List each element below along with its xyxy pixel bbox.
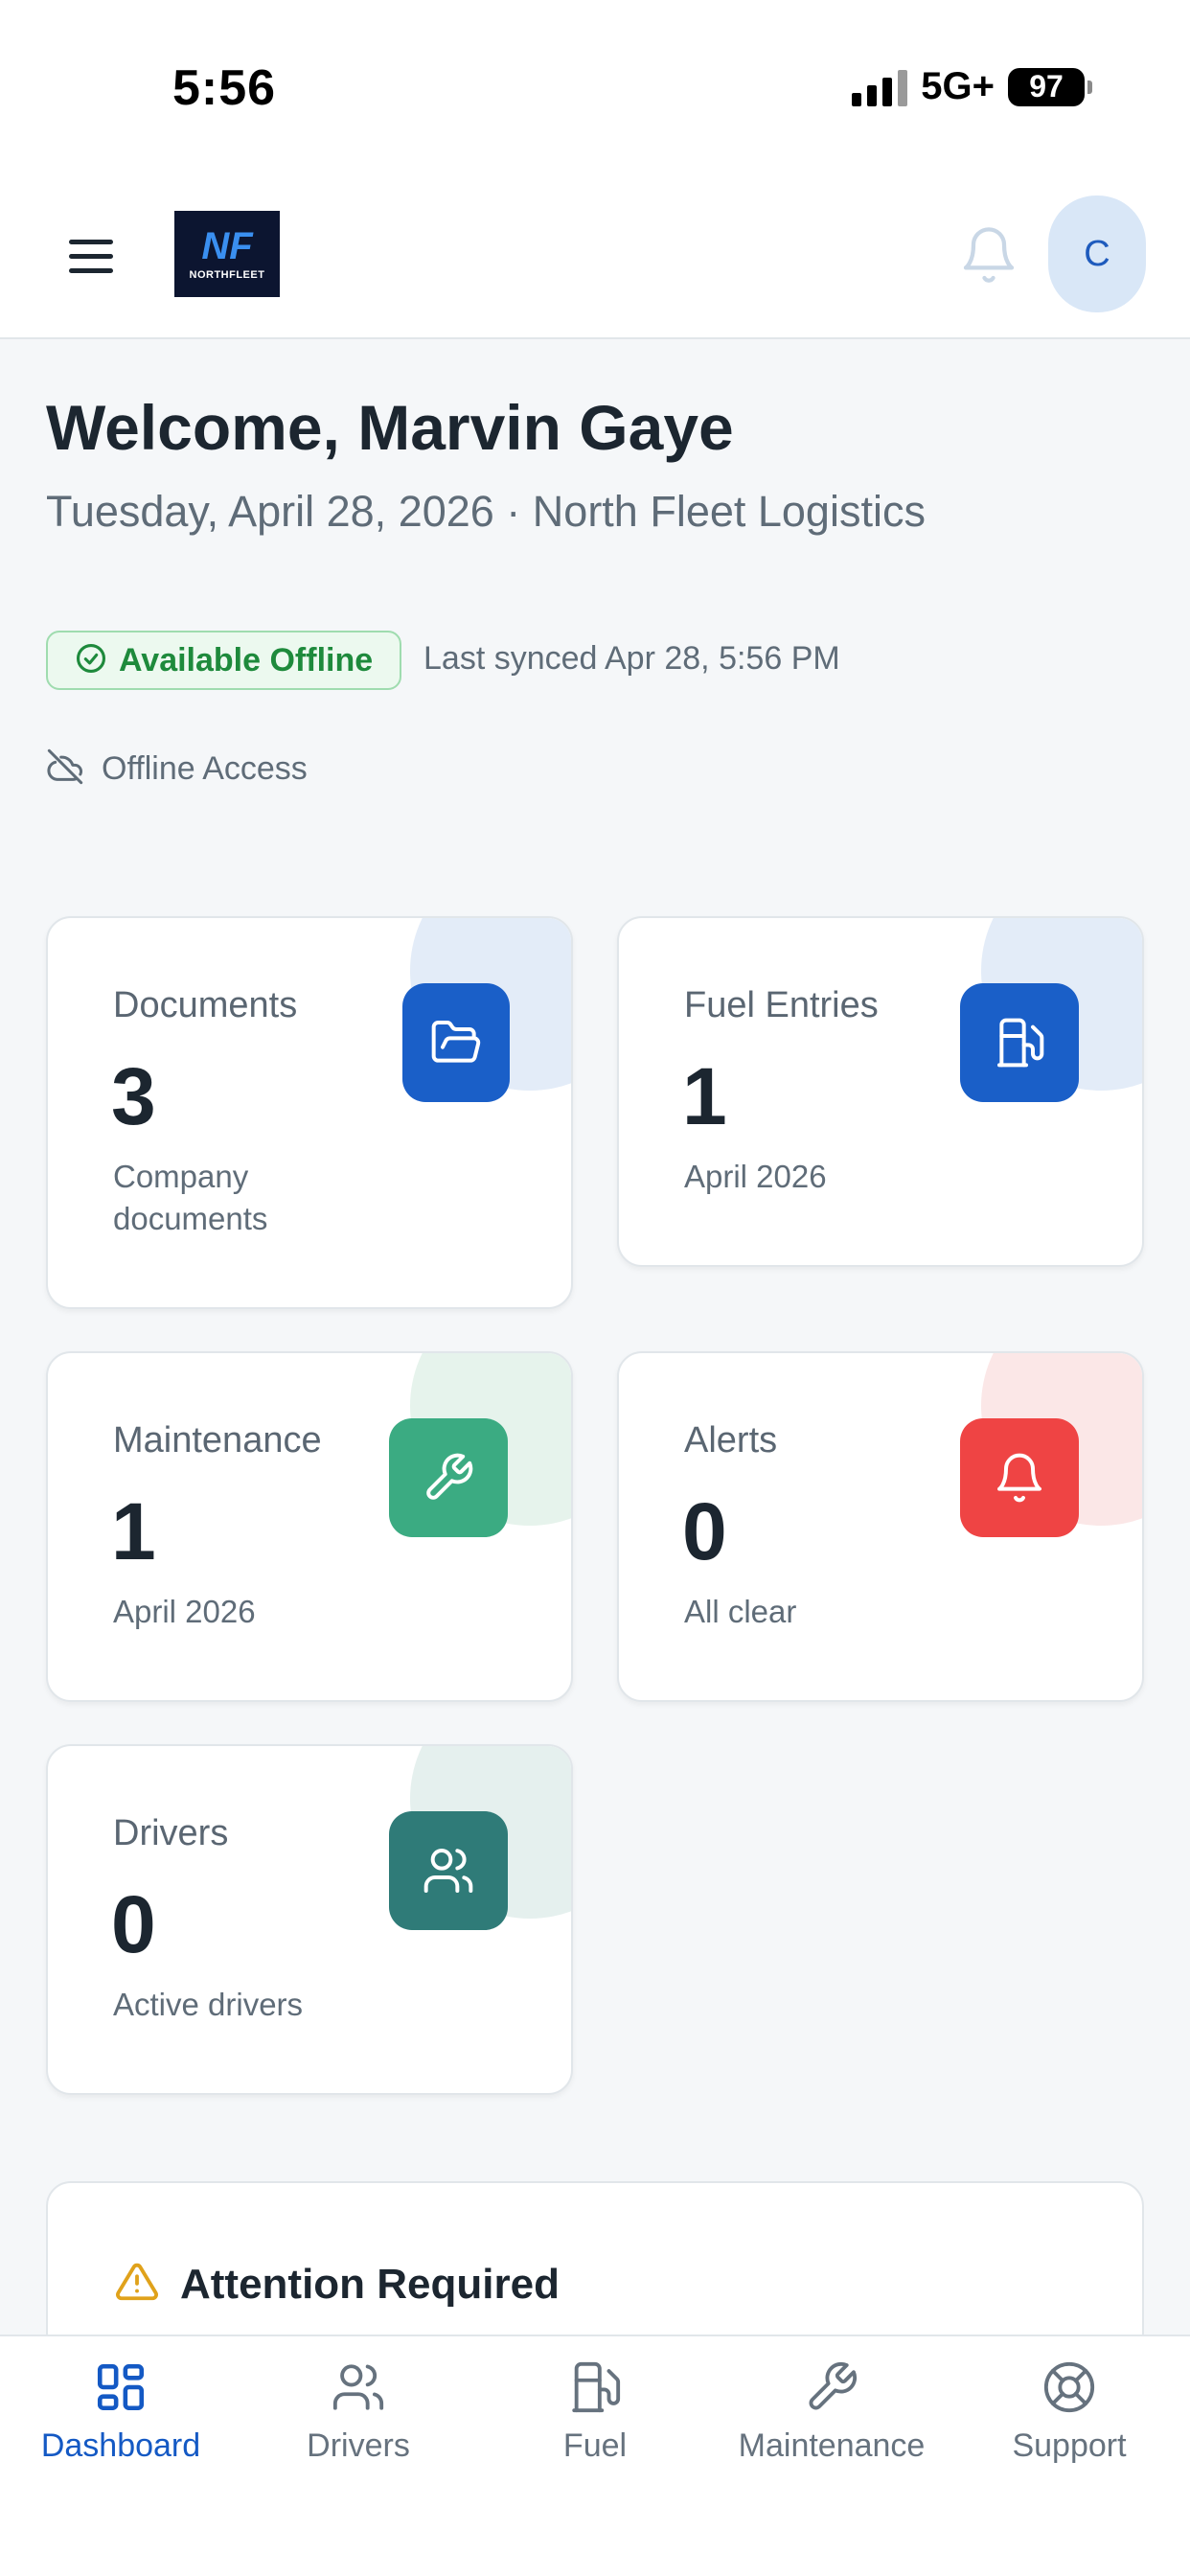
users-icon (389, 1811, 508, 1930)
grid-icon (93, 2359, 149, 2420)
card-value: 1 (682, 1051, 727, 1141)
nav-label: Maintenance (738, 2427, 926, 2464)
bell-icon (960, 1418, 1079, 1537)
hamburger-menu-icon[interactable] (69, 230, 121, 282)
card-value: 3 (111, 1051, 156, 1141)
folder-open-icon (402, 983, 510, 1102)
offline-access-label: Offline Access (102, 750, 308, 787)
users-icon (331, 2359, 386, 2420)
card-label: Documents (113, 985, 298, 1025)
logo-wordmark: NORTHFLEET (189, 269, 265, 281)
card-subtitle: Company documents (113, 1159, 268, 1236)
nav-maintenance[interactable]: Maintenance (713, 2359, 950, 2465)
company-logo[interactable]: NF NORTHFLEET (174, 211, 280, 297)
notifications-bell-icon[interactable] (958, 224, 1019, 286)
nav-label: Dashboard (40, 2427, 201, 2464)
logo-monogram: NF (201, 225, 253, 267)
documents-card[interactable]: Documents 3 Company documents (46, 916, 573, 1309)
card-value: 0 (682, 1486, 727, 1576)
warning-triangle-icon (115, 2260, 159, 2309)
last-synced-text: Last synced Apr 28, 5:56 PM (423, 640, 840, 677)
wrench-icon (804, 2359, 859, 2420)
fuel-pump-icon (567, 2359, 623, 2420)
bottom-navigation: Dashboard Drivers Fuel Maintenance Suppo… (0, 2334, 1190, 2576)
card-value: 1 (111, 1486, 156, 1576)
card-label: Fuel Entries (684, 985, 879, 1025)
card-subtitle: Active drivers (113, 1987, 304, 2022)
nav-label: Fuel (562, 2427, 628, 2464)
cloud-off-icon (46, 748, 84, 791)
card-subtitle: April 2026 (113, 1594, 256, 1629)
drivers-card[interactable]: Drivers 0 Active drivers (46, 1744, 573, 2095)
offline-status-badge: Available Offline (46, 631, 402, 690)
status-bar: 5:56 5G+ 97 (0, 0, 1190, 182)
status-indicators: 5G+ 97 (852, 65, 1092, 108)
nav-dashboard[interactable]: Dashboard (2, 2359, 240, 2465)
app-header: NF NORTHFLEET C (0, 182, 1190, 339)
welcome-subtitle: Tuesday, April 28, 2026 · North Fleet Lo… (46, 487, 926, 536)
nav-label: Support (1012, 2427, 1127, 2464)
card-label: Drivers (113, 1813, 229, 1853)
status-time: 5:56 (172, 60, 277, 116)
fuel-entries-card[interactable]: Fuel Entries 1 April 2026 (617, 916, 1144, 1267)
card-label: Maintenance (113, 1420, 322, 1460)
nav-label: Drivers (307, 2427, 410, 2464)
card-subtitle: April 2026 (684, 1159, 827, 1194)
card-label: Alerts (684, 1420, 778, 1460)
signal-icon (852, 68, 908, 106)
nav-support[interactable]: Support (950, 2359, 1188, 2465)
welcome-title: Welcome, Marvin Gaye (46, 392, 734, 463)
attention-title: Attention Required (180, 2260, 560, 2308)
card-subtitle: All clear (684, 1594, 797, 1629)
offline-badge-label: Available Offline (119, 641, 374, 678)
check-circle-icon (75, 642, 107, 679)
card-value: 0 (111, 1879, 156, 1969)
battery-level: 97 (1029, 69, 1064, 104)
network-type: 5G+ (921, 65, 995, 107)
battery-icon: 97 (1008, 67, 1092, 106)
nav-drivers[interactable]: Drivers (240, 2359, 477, 2465)
user-avatar[interactable]: C (1048, 196, 1146, 312)
offline-access-toggle[interactable]: Offline Access (46, 748, 308, 791)
attention-header: Attention Required (115, 2260, 560, 2309)
wrench-icon (389, 1418, 508, 1537)
lifebuoy-icon (1041, 2359, 1097, 2420)
nav-fuel[interactable]: Fuel (476, 2359, 714, 2465)
alerts-card[interactable]: Alerts 0 All clear (617, 1351, 1144, 1702)
fuel-pump-icon (960, 983, 1079, 1102)
maintenance-card[interactable]: Maintenance 1 April 2026 (46, 1351, 573, 1702)
